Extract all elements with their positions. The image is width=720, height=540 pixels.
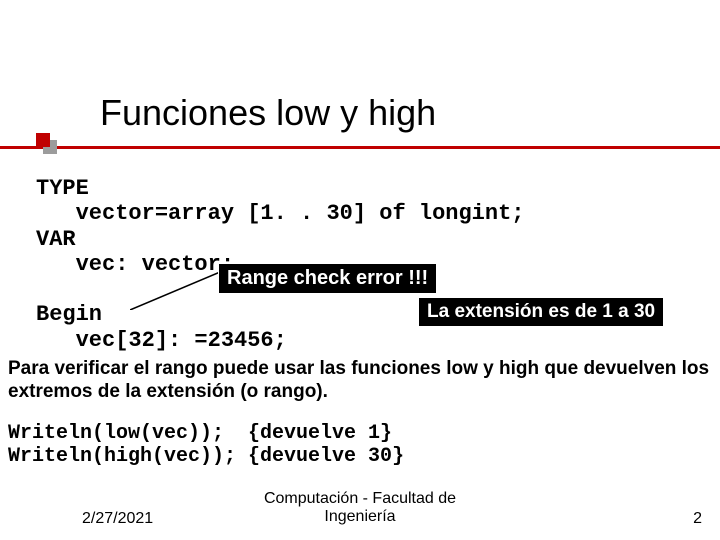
slide: Funciones low y high TYPE vector=array [… [0, 0, 720, 540]
code-line: Begin [36, 302, 102, 327]
footer-center-line2: Ingeniería [324, 508, 395, 525]
range-error-callout: Range check error !!! [218, 263, 437, 294]
extension-callout: La extensión es de 1 a 30 [418, 297, 664, 327]
explanation-paragraph: Para verificar el rango puede usar las f… [8, 357, 714, 403]
footer-page-number: 2 [693, 510, 702, 528]
code-line: Writeln(high(vec)); {devuelve 30} [8, 445, 404, 468]
slide-title: Funciones low y high [100, 92, 436, 134]
pointer-line [130, 272, 220, 310]
code-line: TYPE [36, 176, 89, 201]
code-line: Writeln(low(vec)); {devuelve 1} [8, 422, 392, 445]
footer-center: Computación - Facultad de Ingeniería [0, 490, 720, 527]
footer-center-line1: Computación - Facultad de [264, 490, 456, 507]
code-block-2: Writeln(low(vec)); {devuelve 1} Writeln(… [8, 422, 404, 468]
code-line: vec[32]: =23456; [36, 328, 287, 353]
title-underline [0, 146, 720, 149]
code-line: VAR [36, 227, 76, 252]
title-bullet [36, 133, 50, 147]
footer: 2/27/2021 Computación - Facultad de Inge… [0, 490, 720, 530]
code-line: vector=array [1. . 30] of longint; [36, 201, 524, 226]
